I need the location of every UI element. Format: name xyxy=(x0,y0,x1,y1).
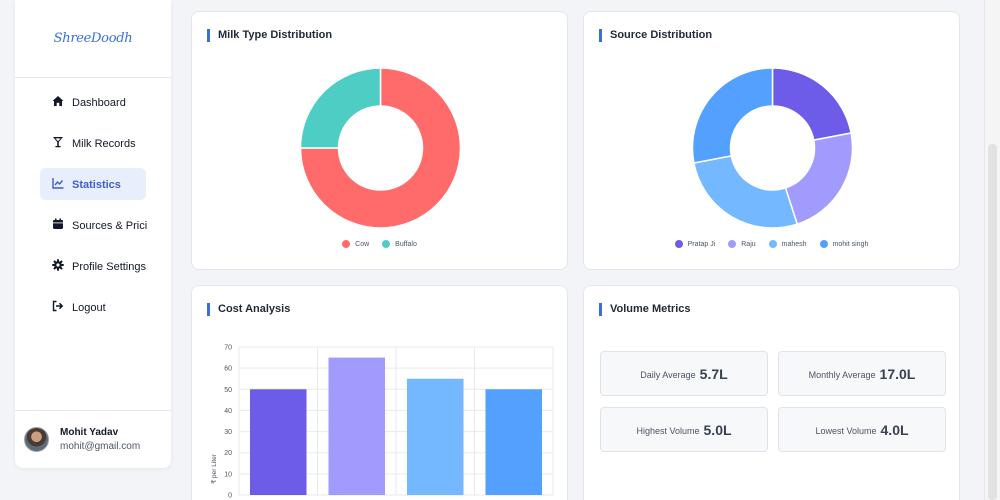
page-scrollbar[interactable] xyxy=(984,0,1000,500)
legend-label: mahesh xyxy=(781,240,807,248)
metric-monthly-average: Monthly Average 17.0L xyxy=(778,351,946,396)
y-tick-label: 70 xyxy=(224,345,232,352)
sidebar-item-milk-records[interactable]: Milk Records xyxy=(15,123,171,164)
y-tick-label: 30 xyxy=(224,429,232,436)
y-tick-label: 60 xyxy=(224,366,232,373)
donut-slice-buffalo[interactable] xyxy=(299,67,382,149)
legend-item[interactable]: Buffalo xyxy=(382,240,417,248)
sidebar-nav: Dashboard Milk Records Statistics Source… xyxy=(15,78,171,328)
scrollbar-thumb[interactable] xyxy=(988,144,997,500)
sidebar-item-label: Sources & Prici xyxy=(72,219,148,232)
legend-item[interactable]: Pratap Ji xyxy=(674,240,716,248)
y-axis-label: ₹ per Liter xyxy=(210,453,218,484)
metric-value: 17.0L xyxy=(879,365,916,382)
y-tick-label: 10 xyxy=(224,471,232,478)
glass-icon xyxy=(51,135,65,149)
calendar-icon xyxy=(51,217,65,231)
sidebar-item-label: Logout xyxy=(72,301,106,314)
metric-label: Highest Volume xyxy=(636,426,700,436)
sidebar-item-label: Statistics xyxy=(72,178,121,191)
milk-type-donut-chart xyxy=(299,67,462,229)
brand-logo[interactable]: ShreeDoodh xyxy=(15,0,171,78)
sidebar-item-label: Milk Records xyxy=(72,137,136,150)
volume-card: Volume Metrics Daily Average 5.7L Monthl… xyxy=(583,285,960,500)
metric-label: Lowest Volume xyxy=(815,426,877,436)
metric-label: Daily Average xyxy=(640,370,696,380)
user-profile[interactable]: Mohit Yadav mohit@gmail.com xyxy=(15,410,171,468)
metric-lowest-volume: Lowest Volume 4.0L xyxy=(778,407,946,452)
legend-swatch xyxy=(819,240,828,248)
legend-label: Cow xyxy=(355,240,370,248)
legend-label: Raju xyxy=(741,240,756,248)
donut-slice-mohit-singh[interactable] xyxy=(691,67,774,164)
sidebar-item-statistics[interactable]: Statistics xyxy=(15,164,171,205)
legend-item[interactable]: mohit singh xyxy=(819,240,869,248)
bar[interactable] xyxy=(485,389,543,495)
legend-item[interactable]: mahesh xyxy=(768,240,807,248)
sidebar-item-logout[interactable]: Logout xyxy=(15,287,171,328)
user-name: Mohit Yadav xyxy=(60,427,119,438)
sidebar-item-label: Dashboard xyxy=(72,96,126,109)
chart-line-icon xyxy=(51,176,65,190)
legend-swatch xyxy=(768,240,777,248)
donut-slice-raju[interactable] xyxy=(784,132,854,226)
sidebar-item-label: Profile Settings xyxy=(72,260,146,273)
metric-value: 5.7L xyxy=(699,365,728,382)
legend-swatch xyxy=(674,240,683,248)
legend-swatch xyxy=(382,240,391,248)
legend-label: Buffalo xyxy=(395,240,417,248)
cost-card: Cost Analysis 0 10 20 30 40 50 60 70 ₹ per Liter xyxy=(191,285,568,500)
bar[interactable] xyxy=(406,378,464,495)
y-tick-label: 0 xyxy=(228,493,232,500)
y-tick-label: 40 xyxy=(224,408,232,415)
y-tick-label: 20 xyxy=(224,450,232,457)
metric-highest-volume: Highest Volume 5.0L xyxy=(600,407,768,452)
y-tick-label: 50 xyxy=(224,387,232,394)
logout-icon xyxy=(51,299,65,313)
sidebar-item-sources-pricing[interactable]: Sources & Prici xyxy=(15,205,171,246)
metric-label: Monthly Average xyxy=(808,370,876,380)
card-title: Volume Metrics xyxy=(599,303,691,316)
sidebar-item-dashboard[interactable]: Dashboard xyxy=(15,82,171,123)
donut-slice-pratap-ji[interactable] xyxy=(771,67,852,142)
home-icon xyxy=(51,94,65,108)
legend-item[interactable]: Raju xyxy=(728,240,756,248)
avatar xyxy=(24,427,49,452)
milk-type-card: Milk Type Distribution Cow Buffalo xyxy=(191,11,568,270)
legend-label: mohit singh xyxy=(832,240,869,248)
bar[interactable] xyxy=(328,357,386,495)
milk-type-legend: Cow Buffalo xyxy=(192,240,567,248)
sidebar-item-profile-settings[interactable]: Profile Settings xyxy=(15,246,171,287)
legend-swatch xyxy=(728,240,737,248)
user-email: mohit@gmail.com xyxy=(60,441,141,452)
source-card: Source Distribution Pratap Ji Raju mahesh m… xyxy=(583,11,960,270)
bar[interactable] xyxy=(249,389,307,495)
legend-item[interactable]: Cow xyxy=(342,240,369,248)
sidebar: ShreeDoodh Dashboard Milk Records Statis… xyxy=(15,0,171,468)
metric-daily-average: Daily Average 5.7L xyxy=(600,351,768,396)
metric-value: 4.0L xyxy=(880,421,909,438)
source-legend: Pratap Ji Raju mahesh mohit singh xyxy=(584,240,959,248)
source-donut-chart xyxy=(691,67,854,229)
donut-slice-mahesh[interactable] xyxy=(693,154,799,229)
legend-swatch xyxy=(342,240,351,248)
metric-value: 5.0L xyxy=(703,421,732,438)
cost-bar-chart: 0 10 20 30 40 50 60 70 ₹ per Liter xyxy=(210,345,554,500)
gear-icon xyxy=(51,258,65,272)
legend-label: Pratap Ji xyxy=(687,240,716,248)
brand-name: ShreeDoodh xyxy=(53,31,133,46)
